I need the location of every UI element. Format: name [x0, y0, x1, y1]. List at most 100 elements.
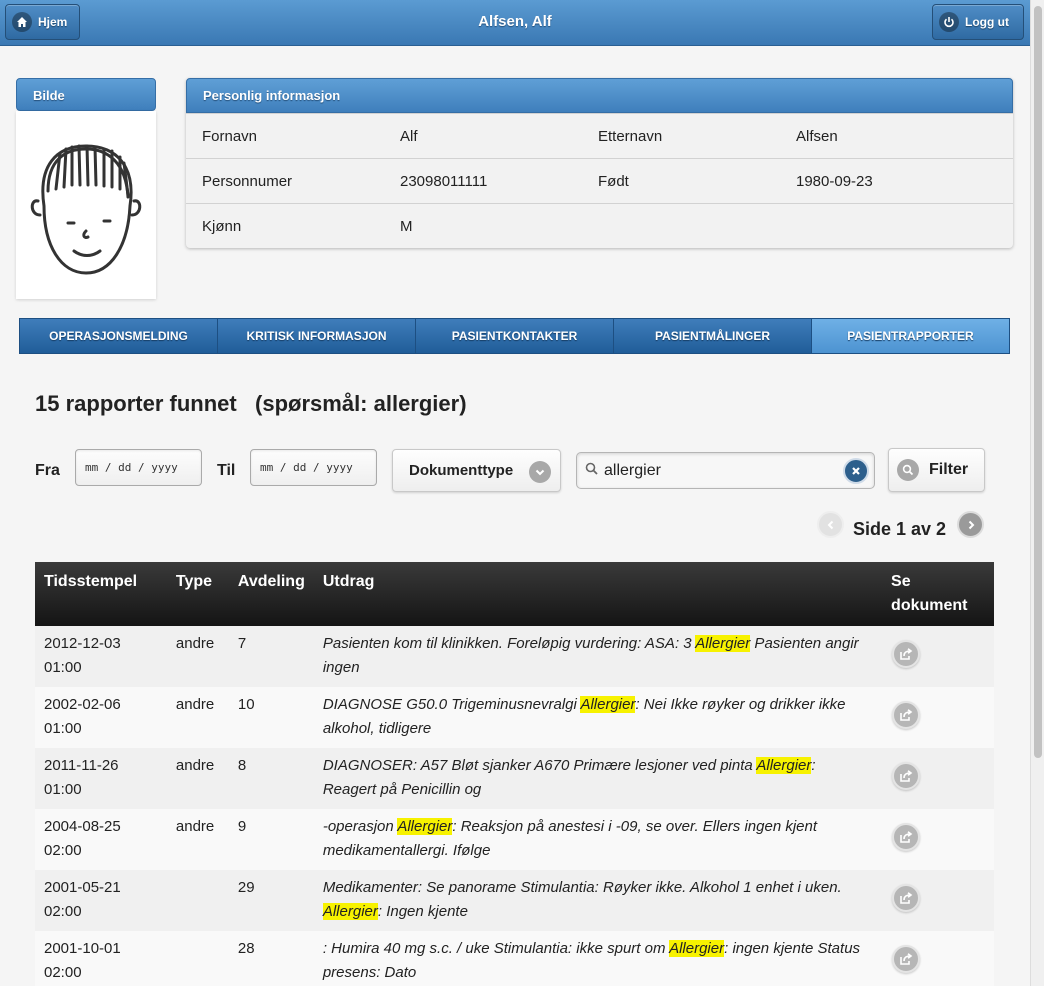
chevron-right-icon	[968, 520, 974, 529]
tab-pasientmalinger[interactable]: PASIENTMÅLINGER	[614, 318, 812, 354]
open-document-button[interactable]	[892, 945, 921, 973]
clear-search-icon[interactable]	[843, 458, 869, 484]
col-header-extract[interactable]: Utdrag	[313, 562, 883, 626]
extract-text: Pasienten kom til klinikken. Foreløpig v…	[322, 635, 696, 652]
page-title: Alfsen, Alf	[478, 13, 552, 30]
search-icon	[585, 462, 598, 480]
view-document-cell	[882, 870, 994, 931]
search-highlight: Allergier	[756, 757, 812, 774]
top-bar: Hjem Alfsen, Alf Logg ut	[0, 0, 1030, 46]
department-cell: 7	[228, 626, 314, 687]
table-row[interactable]: 2002-02-06 01:00 andre 10 DIAGNOSE G50.0 Tri…	[35, 687, 994, 748]
share-icon	[900, 953, 913, 965]
extract-cell: DIAGNOSE G50.0 Trigeminusnevralgi Allerg…	[313, 687, 883, 748]
info-row: Kjønn M	[186, 203, 1013, 248]
search-highlight: Allergier	[397, 818, 453, 835]
open-document-button[interactable]	[892, 884, 921, 912]
table-row[interactable]: 2001-10-01 02:00 28: Humira 40 mg s.c. / u…	[35, 931, 994, 986]
document-type-select[interactable]: Dokumenttype	[392, 449, 561, 492]
timestamp-cell: 2012-12-03 01:00	[35, 626, 167, 687]
timestamp-time: 01:00	[44, 659, 82, 676]
timestamp-date: 2004-08-25	[44, 818, 121, 835]
from-date-input[interactable]: mm / dd / yyyy	[75, 449, 202, 486]
view-document-cell	[882, 687, 994, 748]
info-label: Født	[598, 172, 629, 190]
personal-info-panel: Personlig informasjon Fornavn Alf Ettern…	[186, 78, 1013, 248]
share-icon	[900, 709, 913, 721]
vertical-scrollbar[interactable]	[1030, 0, 1044, 986]
timestamp-date: 2001-05-21	[44, 879, 121, 896]
personal-info-title: Personlig informasjon	[186, 78, 1013, 113]
open-document-button[interactable]	[892, 762, 921, 790]
scrollbar-thumb[interactable]	[1034, 6, 1042, 758]
timestamp-time: 02:00	[44, 903, 82, 920]
to-label: Til	[217, 462, 236, 479]
info-label: Fornavn	[202, 127, 258, 145]
view-document-cell	[882, 931, 994, 986]
table-row[interactable]: 2004-08-25 02:00 andre 9 -operasjon Allergie…	[35, 809, 994, 870]
type-cell: andre	[166, 626, 229, 687]
type-cell: andre	[166, 687, 229, 748]
timestamp-time: 01:00	[44, 720, 82, 737]
next-page-button[interactable]	[957, 511, 984, 538]
section-tabs: OPERASJONSMELDING KRITISK INFORMASJON PA…	[19, 318, 1010, 354]
search-field[interactable]	[576, 452, 875, 489]
col-header-view-document: Se dokument	[882, 562, 994, 626]
reports-table: Tidsstempel Type Avdeling Utdrag Se doku…	[35, 562, 994, 986]
open-document-button[interactable]	[892, 701, 921, 729]
info-row: Personnumer 23098011111 Født 1980-09-23	[186, 158, 1013, 203]
logout-button[interactable]: Logg ut	[932, 4, 1024, 40]
previous-page-button[interactable]	[817, 511, 844, 538]
timestamp-cell: 2001-10-01 02:00	[35, 931, 167, 986]
filter-button[interactable]: Filter	[888, 448, 985, 492]
col-header-type[interactable]: Type	[166, 562, 229, 626]
tab-operasjonsmelding[interactable]: OPERASJONSMELDING	[19, 318, 218, 354]
chevron-down-icon	[529, 461, 551, 483]
extract-text: Medikamenter: Se panorame Stimulantia: R…	[322, 879, 842, 896]
table-row[interactable]: 2001-05-21 02:00 29 Medikamenter: Se panora…	[35, 870, 994, 931]
view-document-cell	[882, 748, 994, 809]
photo-panel: Bilde	[16, 78, 156, 299]
page-indicator: Side 1 av 2	[853, 519, 947, 539]
share-icon	[900, 831, 913, 843]
from-label: Fra	[35, 462, 60, 479]
share-icon	[900, 770, 913, 782]
patient-photo	[16, 111, 156, 299]
department-cell: 9	[228, 809, 314, 870]
open-document-button[interactable]	[892, 823, 921, 851]
info-value: 23098011111	[400, 172, 488, 190]
timestamp-time: 01:00	[44, 781, 82, 798]
to-date-input[interactable]: mm / dd / yyyy	[250, 449, 377, 486]
col-header-timestamp[interactable]: Tidsstempel	[35, 562, 167, 626]
info-value: Alfsen	[796, 127, 838, 145]
extract-cell: DIAGNOSER: A57 Bløt sjanker A670 Primære…	[313, 748, 883, 809]
department-cell: 10	[228, 687, 314, 748]
table-row[interactable]: 2012-12-03 01:00 andre 7 Pasienten kom til k…	[35, 626, 994, 687]
info-label: Kjønn	[202, 217, 242, 235]
tab-pasientrapporter[interactable]: PASIENTRAPPORTER	[812, 318, 1010, 354]
info-value: 1980-09-23	[796, 172, 873, 190]
extract-text: DIAGNOSE G50.0 Trigeminusnevralgi	[322, 696, 581, 713]
tab-pasientkontakter[interactable]: PASIENTKONTAKTER	[416, 318, 614, 354]
extract-cell: -operasjon Allergier: Reaksjon på aneste…	[313, 809, 883, 870]
timestamp-cell: 2011-11-26 01:00	[35, 748, 167, 809]
table-row[interactable]: 2011-11-26 01:00 andre 8 DIAGNOSER: A57 Bløt…	[35, 748, 994, 809]
photo-panel-title: Bilde	[16, 78, 156, 111]
timestamp-date: 2001-10-01	[44, 940, 121, 957]
department-cell: 28	[228, 931, 314, 986]
timestamp-date: 2002-02-06	[44, 696, 121, 713]
share-icon	[900, 892, 913, 904]
tab-kritisk-informasjon[interactable]: KRITISK INFORMASJON	[218, 318, 416, 354]
search-highlight: Allergier	[580, 696, 636, 713]
open-document-button[interactable]	[892, 640, 921, 668]
search-input[interactable]	[604, 461, 834, 480]
view-document-cell	[882, 809, 994, 870]
extract-cell: Medikamenter: Se panorame Stimulantia: R…	[313, 870, 883, 931]
timestamp-date: 2011-11-26	[44, 757, 119, 774]
view-document-cell	[882, 626, 994, 687]
search-highlight: Allergier	[322, 903, 378, 920]
timestamp-cell: 2002-02-06 01:00	[35, 687, 167, 748]
extract-text: -operasjon	[322, 818, 398, 835]
timestamp-date: 2012-12-03	[44, 635, 121, 652]
col-header-department[interactable]: Avdeling	[228, 562, 314, 626]
